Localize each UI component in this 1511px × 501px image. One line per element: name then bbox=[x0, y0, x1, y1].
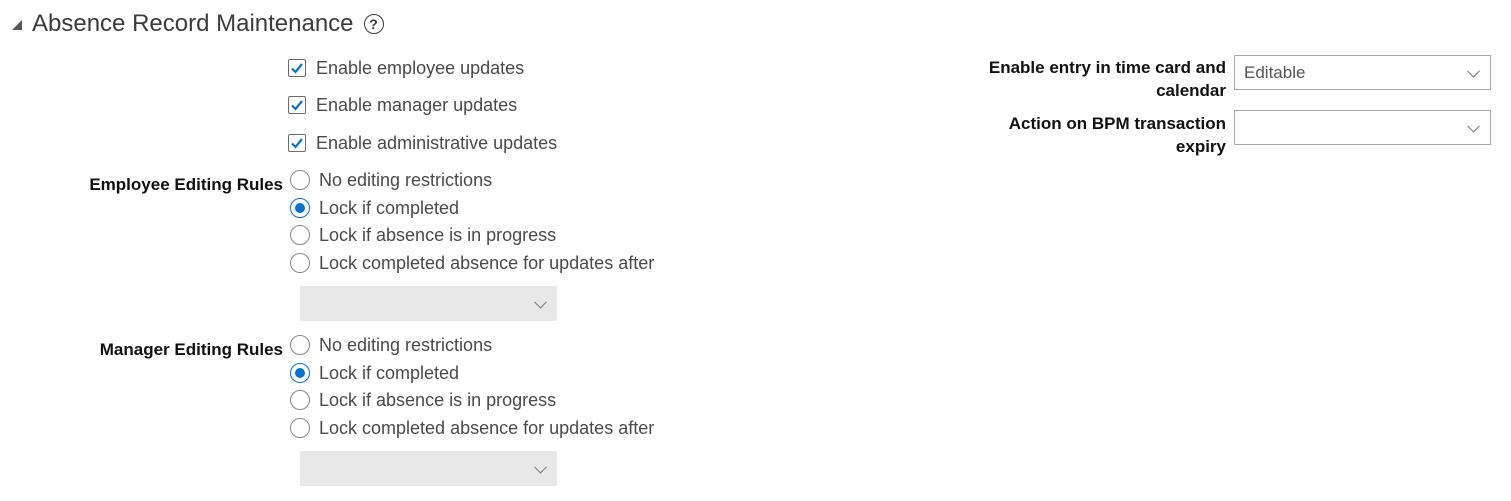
bpm-expiry-label: Action on BPM transaction expiry bbox=[926, 112, 1226, 158]
checkbox-label: Enable manager updates bbox=[316, 94, 518, 115]
radio-label: Lock if absence is in progress bbox=[319, 224, 557, 245]
checkbox-row-employee-updates[interactable]: Enable employee updates bbox=[288, 56, 524, 80]
radio-button[interactable] bbox=[290, 390, 310, 410]
checkmark-icon bbox=[291, 100, 303, 111]
manager-rule-option[interactable]: Lock completed absence for updates after bbox=[290, 416, 654, 440]
label-line: Action on BPM transaction bbox=[1008, 114, 1226, 133]
radio-button-selected[interactable] bbox=[290, 198, 310, 218]
employee-rule-option[interactable]: Lock if completed bbox=[290, 196, 459, 220]
label-line: expiry bbox=[1175, 137, 1226, 156]
employee-rule-option[interactable]: No editing restrictions bbox=[290, 168, 492, 192]
radio-label: Lock if absence is in progress bbox=[319, 389, 557, 410]
time-card-entry-select[interactable]: Editable bbox=[1234, 55, 1491, 90]
radio-button[interactable] bbox=[290, 225, 310, 245]
chevron-down-icon bbox=[534, 460, 547, 474]
manager-lock-after-select bbox=[300, 451, 557, 486]
radio-label: Lock if completed bbox=[319, 362, 460, 383]
checkbox-label: Enable administrative updates bbox=[316, 132, 558, 153]
manager-rule-option[interactable]: Lock if absence is in progress bbox=[290, 388, 556, 412]
chevron-down-icon bbox=[1467, 119, 1480, 133]
radio-button[interactable] bbox=[290, 253, 310, 273]
collapse-triangle-icon[interactable] bbox=[12, 20, 22, 30]
section-header: Absence Record Maintenance ? bbox=[12, 8, 384, 40]
radio-label: No editing restrictions bbox=[319, 334, 493, 355]
checkmark-icon bbox=[291, 63, 303, 74]
label-line: Enable entry in time card and bbox=[988, 58, 1226, 77]
time-card-entry-label: Enable entry in time card and calendar bbox=[926, 56, 1226, 102]
employee-rule-option[interactable]: Lock if absence is in progress bbox=[290, 223, 556, 247]
checkmark-icon bbox=[291, 138, 303, 149]
manager-rule-option[interactable]: Lock if completed bbox=[290, 361, 459, 385]
checkbox-row-manager-updates[interactable]: Enable manager updates bbox=[288, 93, 517, 117]
employee-rule-option[interactable]: Lock completed absence for updates after bbox=[290, 251, 654, 275]
help-icon[interactable]: ? bbox=[363, 14, 384, 34]
chevron-down-icon bbox=[534, 295, 547, 309]
radio-label: Lock completed absence for updates after bbox=[319, 252, 655, 273]
employee-editing-rules-label: Employee Editing Rules bbox=[89, 175, 283, 194]
radio-button[interactable] bbox=[290, 335, 310, 355]
bpm-expiry-select[interactable] bbox=[1234, 110, 1491, 145]
checkbox-label: Enable employee updates bbox=[316, 57, 525, 78]
radio-button-selected[interactable] bbox=[290, 363, 310, 383]
employee-lock-after-select bbox=[300, 286, 557, 321]
manager-rule-option[interactable]: No editing restrictions bbox=[290, 333, 492, 357]
radio-button[interactable] bbox=[290, 418, 310, 438]
select-value: Editable bbox=[1244, 63, 1306, 82]
radio-label: Lock if completed bbox=[319, 197, 460, 218]
label-line: calendar bbox=[1156, 81, 1226, 100]
manager-editing-rules-label: Manager Editing Rules bbox=[99, 340, 283, 359]
checkbox-employee-updates[interactable] bbox=[288, 59, 306, 77]
checkbox-row-administrative-updates[interactable]: Enable administrative updates bbox=[288, 131, 557, 155]
chevron-down-icon bbox=[1467, 64, 1480, 78]
checkbox-administrative-updates[interactable] bbox=[288, 134, 306, 152]
radio-label: No editing restrictions bbox=[319, 169, 493, 190]
radio-button[interactable] bbox=[290, 170, 310, 190]
section-title: Absence Record Maintenance bbox=[32, 10, 354, 37]
radio-label: Lock completed absence for updates after bbox=[319, 417, 655, 438]
checkbox-manager-updates[interactable] bbox=[288, 96, 306, 114]
